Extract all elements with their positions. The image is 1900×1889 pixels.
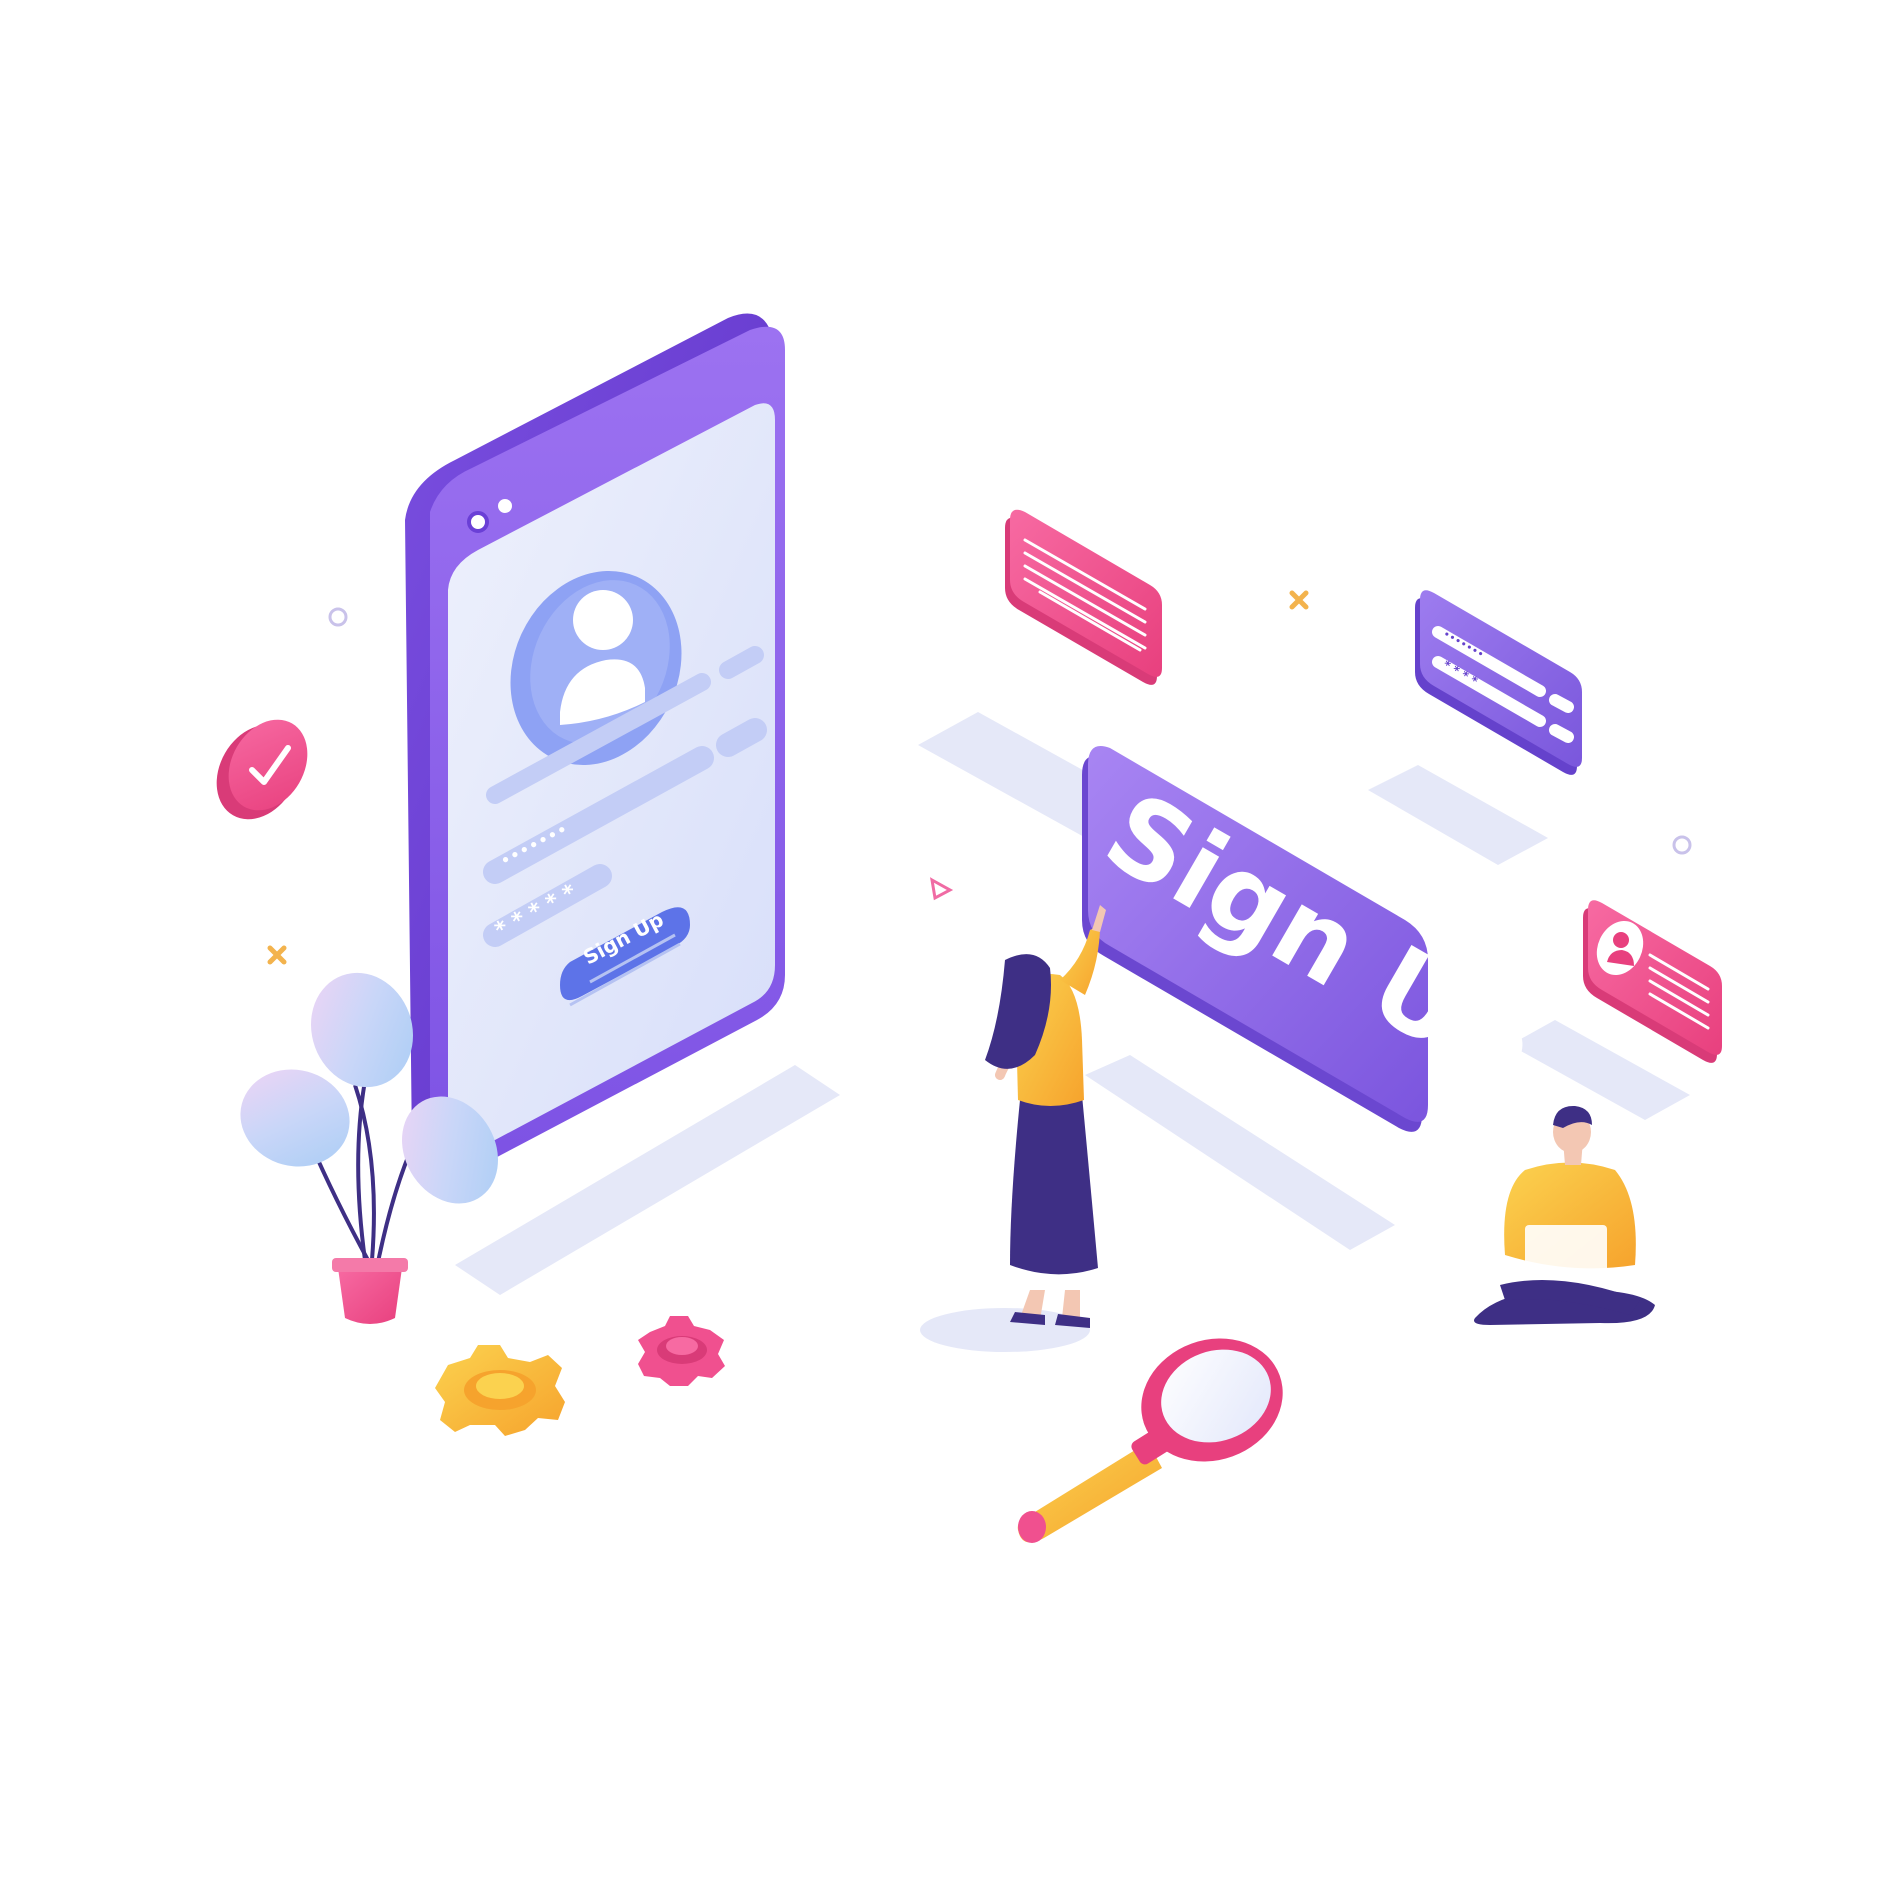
gear-icon (638, 1316, 725, 1386)
text-card (1005, 509, 1162, 685)
woman-figure (985, 905, 1106, 1328)
cross-sparkle (1289, 590, 1309, 610)
magnifying-glass-icon (1017, 1338, 1283, 1543)
sensor-dot (498, 499, 512, 513)
camera-dot (467, 511, 489, 533)
ring-sparkle (1672, 835, 1692, 855)
profile-card (1583, 900, 1722, 1063)
triangle-sparkle (930, 877, 954, 901)
cross-sparkle (267, 945, 287, 965)
phone: ••••••• * * * * * Sign Up (405, 313, 785, 1175)
login-card: ••••••• * * * * (1415, 590, 1582, 775)
signup-illustration: ••••••• * * * * * Sign Up Sign Up ••••••… (216, 313, 1722, 1543)
gear-icon (435, 1345, 565, 1436)
login-card-shadow (1368, 765, 1548, 865)
ring-sparkle (328, 607, 348, 627)
check-circle-icon (216, 719, 308, 820)
phone-form-line (716, 718, 767, 757)
man-figure (1474, 1105, 1655, 1325)
